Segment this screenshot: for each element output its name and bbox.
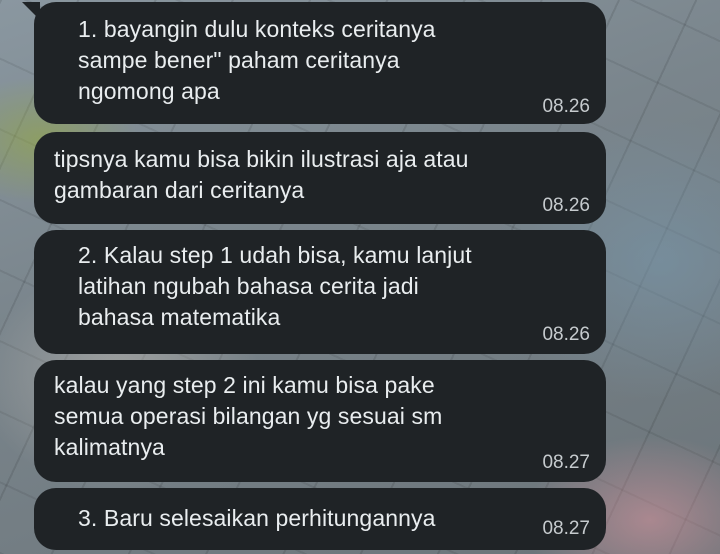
message-text: 2. Kalau step 1 udah bisa, kamu lanjut l… xyxy=(78,242,472,330)
message-text: kalau yang step 2 ini kamu bisa pake sem… xyxy=(54,372,443,460)
message-timestamp: 08.26 xyxy=(542,324,590,345)
message-timestamp: 08.26 xyxy=(542,195,590,216)
message-timestamp: 08.27 xyxy=(542,452,590,473)
message-text: tipsnya kamu bisa bikin ilustrasi aja at… xyxy=(54,146,469,203)
message-bubble[interactable]: tipsnya kamu bisa bikin ilustrasi aja at… xyxy=(34,132,606,224)
message-bubble[interactable]: kalau yang step 2 ini kamu bisa pake sem… xyxy=(34,360,606,482)
message-timestamp: 08.26 xyxy=(542,96,590,117)
message-bubble[interactable]: 3. Baru selesaikan perhitungannya 08.27 xyxy=(34,488,606,550)
chat-message-list[interactable]: 1. bayangin dulu konteks ceritanya sampe… xyxy=(0,0,720,554)
message-bubble[interactable]: 2. Kalau step 1 udah bisa, kamu lanjut l… xyxy=(34,230,606,354)
message-text: 3. Baru selesaikan perhitungannya xyxy=(78,505,436,531)
message-timestamp: 08.27 xyxy=(542,518,590,539)
message-text: 1. bayangin dulu konteks ceritanya sampe… xyxy=(78,16,436,104)
message-bubble[interactable]: 1. bayangin dulu konteks ceritanya sampe… xyxy=(22,2,606,124)
